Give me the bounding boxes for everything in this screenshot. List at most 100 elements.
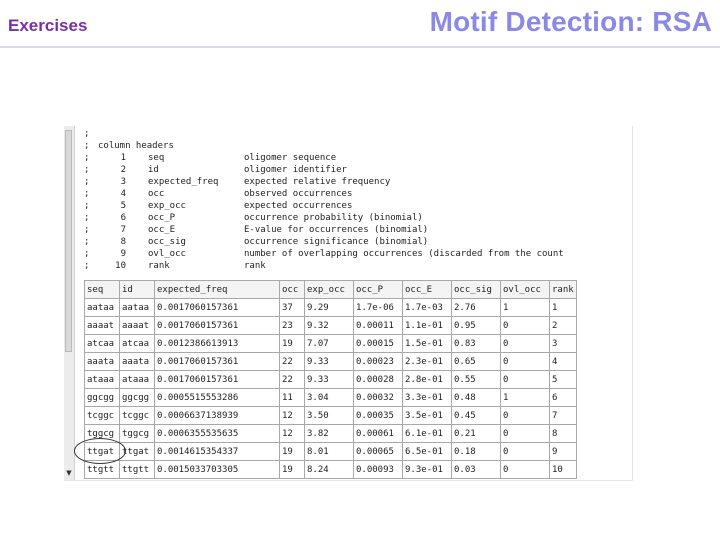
column-header[interactable]: expected_freq [154,280,280,299]
table-cell: 0.00093 [353,460,403,479]
header-comment-field: seq [148,153,165,163]
table-cell: aataa [119,298,155,317]
table-cell: 8.24 [304,460,354,479]
scroll-down-icon[interactable]: ▼ [65,469,73,478]
column-header[interactable]: rank [549,280,577,299]
table-cell: aataa [84,298,120,317]
table-cell: 0.18 [451,442,501,461]
table-cell: 0 [500,352,550,371]
scrollbar-thumb[interactable] [65,130,72,352]
table-cell: 22 [279,352,305,371]
table-cell: 7.07 [304,334,354,353]
header-comment-semi: ; [84,225,90,235]
table-cell: 0.55 [451,370,501,389]
column-header[interactable]: seq [84,280,120,299]
table-cell: aaata [119,352,155,371]
header-comment-num: column headers [98,141,174,151]
column-header[interactable]: exp_occ [304,280,354,299]
column-header[interactable]: occ_E [402,280,452,299]
table-cell: atcaa [84,334,120,353]
table-cell: 0 [500,406,550,425]
header-comment-desc: number of overlapping occurrences (disca… [244,249,564,259]
table-cell: aaata [84,352,120,371]
header-comment-desc: oligomer sequence [244,153,337,163]
table-cell: 11 [279,388,305,407]
header-comment-field: occ_P [148,213,176,223]
table-cell: 0.0017060157361 [154,316,280,335]
table-row[interactable]: tggcg tggcg 0.0006355535635 12 3.82 0.00061 6.… [84,424,577,443]
table-cell: 0.95 [451,316,501,335]
table-row[interactable]: ataaa ataaa 0.0017060157361 22 9.33 0.00028 2.… [84,370,577,389]
table-cell: atcaa [119,334,155,353]
column-header[interactable]: ovl_occ [500,280,550,299]
table-cell: ggcgg [84,388,120,407]
header-comment-field: exp_occ [148,201,186,211]
table-cell: ttgtt [119,460,155,479]
table-cell: 0 [500,316,550,335]
table-row[interactable]: atcaa atcaa 0.0012386613913 19 7.07 0.00015 1.… [84,334,577,353]
table-row[interactable]: tcggc tcggc 0.0006637138939 12 3.50 0.00035 3.… [84,406,577,425]
header-comment-line: ; 4 occ observed occurrences [84,188,564,200]
table-cell: 2.76 [451,298,501,317]
header-comment-num: 5 [120,201,126,211]
table-cell: 0.0012386613913 [154,334,280,353]
column-header[interactable]: id [119,280,155,299]
table-cell: 0 [500,334,550,353]
header-comment-num: 6 [120,213,126,223]
table-row[interactable]: ggcgg ggcgg 0.0005515553286 11 3.04 0.00032 3.… [84,388,577,407]
table-row[interactable]: ttgat ttgat 0.0014615354337 19 8.01 0.00065 6.… [84,442,577,461]
slide-label: Exercises [8,16,88,35]
table-cell: tggcg [119,424,155,443]
table-row[interactable]: ttgtt ttgtt 0.0015033703305 19 8.24 0.00093 9.… [84,460,577,479]
header-comment-semi: ; [84,249,90,259]
header-comment-desc: oligomer identifier [244,165,347,175]
header-comment-line: ; 2 id oligomer identifier [84,164,564,176]
header-comment-line: ; [84,128,564,140]
table-cell: 1.7e-03 [402,298,452,317]
results-header-row: seq id expected_freq occ exp_occ occ_P occ_E oc… [84,280,577,299]
header-comment-semi: ; [84,153,90,163]
table-cell: 6 [549,388,577,407]
header-comment-line: ; 5 exp_occ expected occurrences [84,200,564,212]
header-comment-desc: occurrence probability (binomial) [244,213,423,223]
table-cell: 19 [279,460,305,479]
table-row[interactable]: aaaat aaaat 0.0017060157361 23 9.32 0.00011 1.… [84,316,577,335]
table-cell: 22 [279,370,305,389]
table-cell: 0.45 [451,406,501,425]
table-cell: 7 [549,406,577,425]
header-comment-desc: rank [244,261,266,271]
table-cell: 0 [500,460,550,479]
column-header[interactable]: occ_P [353,280,403,299]
table-row[interactable]: aaata aaata 0.0017060157361 22 9.33 0.00023 2.… [84,352,577,371]
table-cell: 9.29 [304,298,354,317]
table-cell: 6.1e-01 [402,424,452,443]
table-cell: 9 [549,442,577,461]
header-comment-field: occ_sig [148,237,186,247]
table-cell: 2 [549,316,577,335]
table-cell: 19 [279,442,305,461]
table-cell: 1.7e-06 [353,298,403,317]
header-comment-line: ; 7 occ_E E-value for occurrences (binomial… [84,224,564,236]
header-comment-field: rank [148,261,170,271]
header-comment-semi: ; [84,177,90,187]
table-cell: 9.33 [304,352,354,371]
header-comment-line: ; 1 seq oligomer sequence [84,152,564,164]
header-comment-num: 10 [115,261,126,271]
table-cell: ataaa [119,370,155,389]
table-cell: ggcgg [119,388,155,407]
table-cell: 19 [279,334,305,353]
header-comment-field: occ_E [148,225,176,235]
header-comment-desc: expected relative frequency [244,177,391,187]
column-header[interactable]: occ [279,280,305,299]
vertical-scrollbar[interactable]: ▼ [64,126,75,480]
header-comment-semi: ; [84,141,90,151]
column-header[interactable]: occ_sig [451,280,501,299]
table-cell: 0.0005515553286 [154,388,280,407]
table-cell: 8.01 [304,442,354,461]
table-cell: 3.04 [304,388,354,407]
table-cell: 9.3e-01 [402,460,452,479]
table-row[interactable]: aataa aataa 0.0017060157361 37 9.29 1.7e-06 1.… [84,298,577,317]
header-comment-semi: ; [84,189,90,199]
results-table: seq id expected_freq occ exp_occ occ_P occ_E oc… [84,280,577,479]
table-cell: 0.0006355535635 [154,424,280,443]
